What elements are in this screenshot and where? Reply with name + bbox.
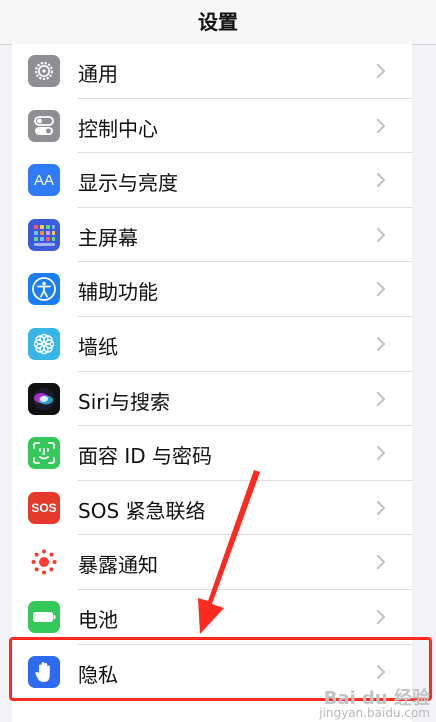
watermark-url: jingyan.baidu.com (319, 706, 430, 720)
watermark-brand: Bai du 经验 (323, 688, 430, 709)
annotation-arrow-icon (198, 470, 260, 634)
baidu-jingyan-watermark: Bai du 经验 jingyan.baidu.com (319, 688, 430, 721)
